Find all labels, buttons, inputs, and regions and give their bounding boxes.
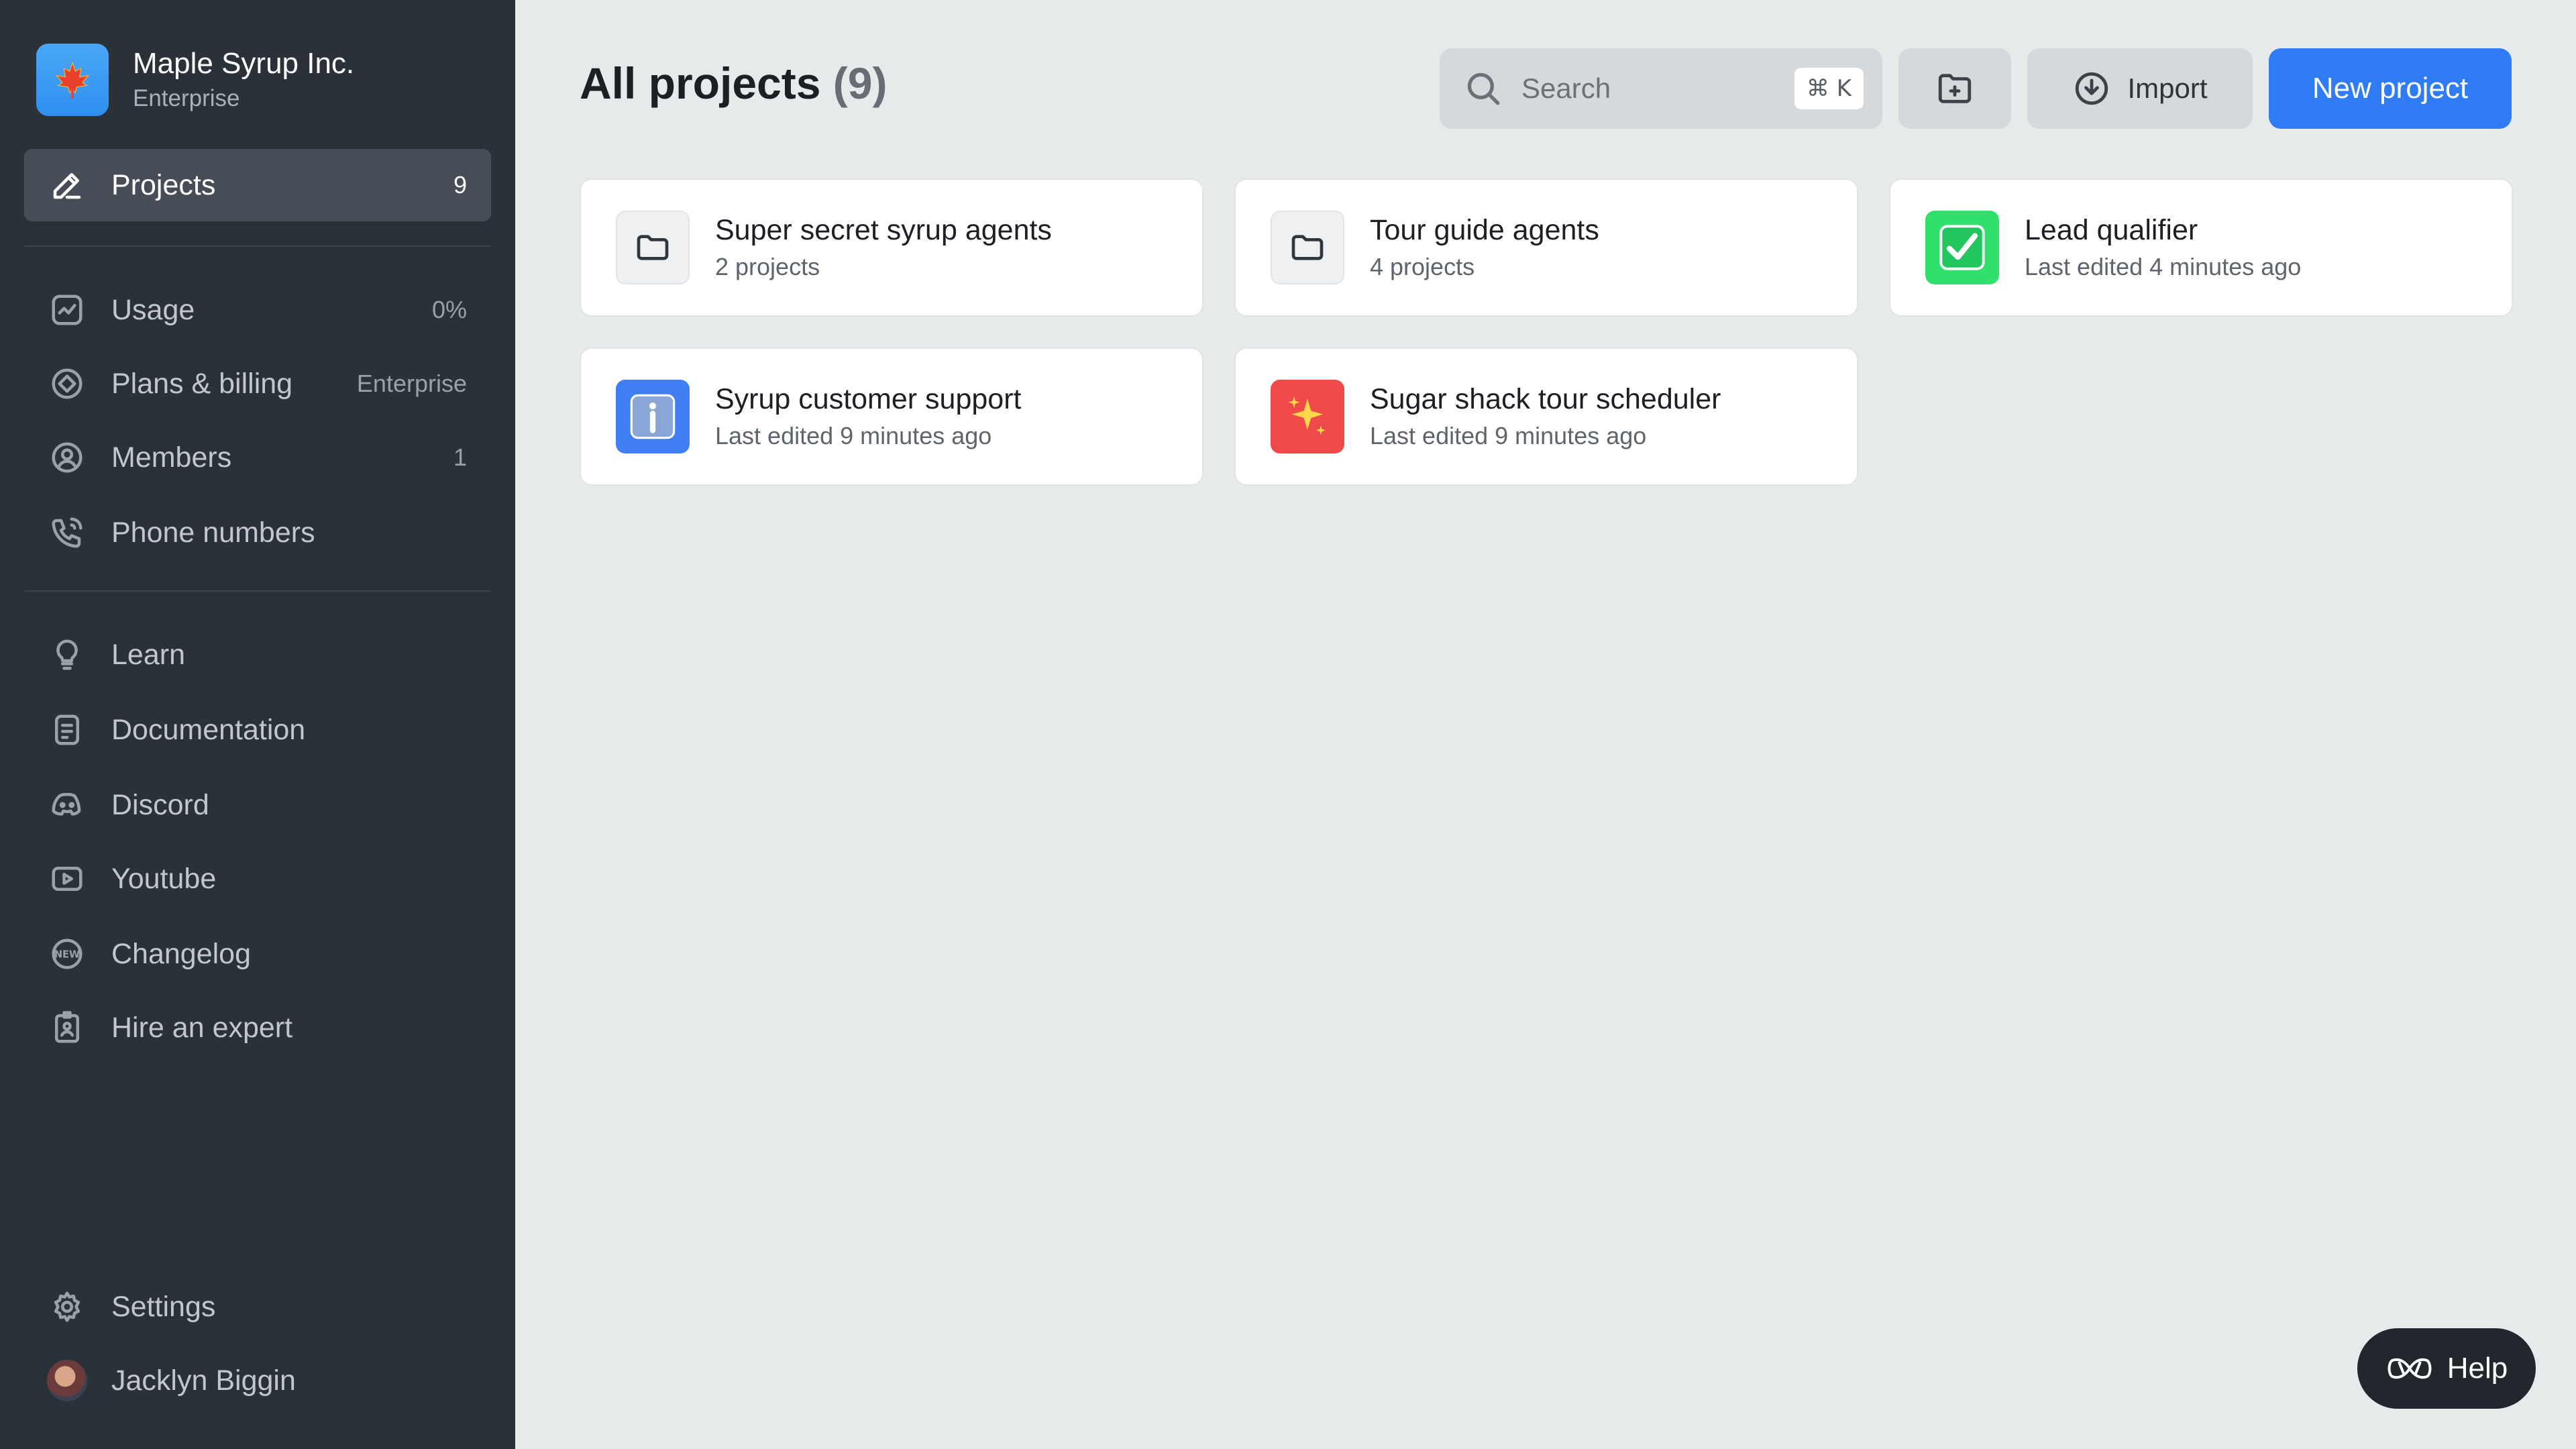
sparkles-icon: [1271, 380, 1344, 453]
sidebar-divider: [24, 590, 491, 592]
project-count: (9): [833, 58, 888, 108]
new-folder-button[interactable]: [1898, 48, 2011, 129]
org-name: Maple Syrup Inc.: [133, 47, 355, 80]
search-placeholder: Search: [1521, 72, 1611, 104]
search-input[interactable]: Search ⌘ K: [1440, 48, 1882, 129]
usage-chart-icon: [47, 290, 87, 330]
sidebar-item-youtube[interactable]: Youtube: [24, 843, 491, 915]
sidebar-item-label: Plans & billing: [111, 367, 293, 400]
sidebar-item-settings[interactable]: Settings: [24, 1271, 491, 1343]
sidebar-item-label: Phone numbers: [111, 516, 315, 549]
sidebar-item-label: Hire an expert: [111, 1011, 293, 1044]
check-mark-icon: [1925, 211, 1999, 284]
sidebar-item-label: Learn: [111, 638, 185, 671]
user-name: Jacklyn Biggin: [111, 1364, 296, 1397]
sidebar-item-learn[interactable]: Learn: [24, 619, 491, 691]
project-card[interactable]: Tour guide agents 4 projects: [1234, 178, 1858, 317]
sidebar-item-projects[interactable]: Projects 9: [24, 149, 491, 221]
youtube-icon: [47, 859, 87, 899]
sidebar-item-label: Discord: [111, 788, 209, 821]
billing-icon: [47, 364, 87, 404]
card-title: Tour guide agents: [1370, 214, 1599, 246]
info-icon: [616, 380, 690, 453]
project-card[interactable]: Super secret syrup agents 2 projects: [580, 178, 1203, 317]
sidebar-item-usage[interactable]: Usage 0%: [24, 274, 491, 346]
user-circle-icon: [47, 437, 87, 478]
sidebar-item-phone-numbers[interactable]: Phone numbers: [24, 496, 491, 569]
card-title: Sugar shack tour scheduler: [1370, 383, 1721, 415]
sidebar-item-members[interactable]: Members 1: [24, 421, 491, 494]
lifebuoy-icon: [2387, 1358, 2432, 1379]
import-button[interactable]: Import: [2027, 48, 2253, 129]
gear-icon: [47, 1287, 87, 1327]
sidebar: Maple Syrup Inc. Enterprise Projects 9 U…: [0, 0, 515, 1449]
plan-value: Enterprise: [356, 370, 467, 397]
usage-value: 0%: [431, 296, 467, 323]
sidebar-item-label: Projects: [111, 168, 216, 201]
folder-plus-icon: [1938, 74, 1972, 103]
sidebar-item-documentation[interactable]: Documentation: [24, 694, 491, 766]
badge-icon: [47, 1008, 87, 1048]
help-button[interactable]: Help: [2357, 1328, 2536, 1409]
sidebar-item-changelog[interactable]: NEW Changelog: [24, 918, 491, 990]
sidebar-item-label: Documentation: [111, 713, 306, 746]
document-icon: [47, 710, 87, 750]
members-count: 1: [453, 443, 467, 471]
user-menu[interactable]: Jacklyn Biggin: [24, 1344, 491, 1417]
org-plan: Enterprise: [133, 85, 240, 111]
sidebar-item-discord[interactable]: Discord: [24, 769, 491, 841]
avatar: [47, 1360, 87, 1401]
sidebar-item-label: Members: [111, 441, 232, 474]
card-subtitle: Last edited 4 minutes ago: [2025, 253, 2302, 280]
org-switcher[interactable]: Maple Syrup Inc. Enterprise: [36, 43, 354, 117]
sidebar-item-plans-billing[interactable]: Plans & billing Enterprise: [24, 347, 491, 420]
sidebar-item-label: Changelog: [111, 937, 252, 970]
page-title-text: All projects: [580, 58, 821, 108]
org-logo-icon: [36, 44, 109, 116]
help-label: Help: [2447, 1352, 2508, 1385]
header-actions: Search ⌘ K Import New project: [1440, 48, 2512, 129]
sidebar-divider: [24, 246, 491, 247]
download-icon: [2076, 72, 2108, 105]
card-subtitle: Last edited 9 minutes ago: [1370, 422, 1647, 449]
main-content: All projects (9) Search ⌘ K Import New p…: [515, 0, 2576, 1449]
card-subtitle: Last edited 9 minutes ago: [715, 422, 992, 449]
search-shortcut: ⌘ K: [1794, 68, 1864, 109]
lightbulb-icon: [47, 635, 87, 675]
card-title: Lead qualifier: [2025, 214, 2198, 246]
svg-text:NEW: NEW: [54, 949, 80, 961]
card-subtitle: 2 projects: [715, 253, 820, 280]
sidebar-item-hire-expert[interactable]: Hire an expert: [24, 991, 491, 1064]
sidebar-item-label: Usage: [111, 293, 195, 326]
card-title: Super secret syrup agents: [715, 214, 1052, 246]
project-card[interactable]: Syrup customer support Last edited 9 min…: [580, 347, 1203, 486]
new-project-button[interactable]: New project: [2269, 48, 2512, 129]
project-card[interactable]: Sugar shack tour scheduler Last edited 9…: [1234, 347, 1858, 486]
new-badge-icon: NEW: [47, 934, 87, 974]
pencil-icon: [47, 165, 87, 205]
sidebar-item-label: Youtube: [111, 862, 217, 895]
page-title: All projects (9): [580, 58, 887, 109]
folder-icon: [616, 211, 690, 284]
sidebar-item-label: Settings: [111, 1290, 216, 1323]
search-icon: [1467, 72, 1500, 105]
phone-icon: [47, 513, 87, 553]
card-title: Syrup customer support: [715, 383, 1022, 415]
discord-icon: [47, 785, 87, 825]
card-subtitle: 4 projects: [1370, 253, 1475, 280]
projects-count: 9: [453, 171, 467, 199]
folder-icon: [1271, 211, 1344, 284]
project-card[interactable]: Lead qualifier Last edited 4 minutes ago: [1889, 178, 2513, 317]
import-label: Import: [2127, 72, 2208, 104]
